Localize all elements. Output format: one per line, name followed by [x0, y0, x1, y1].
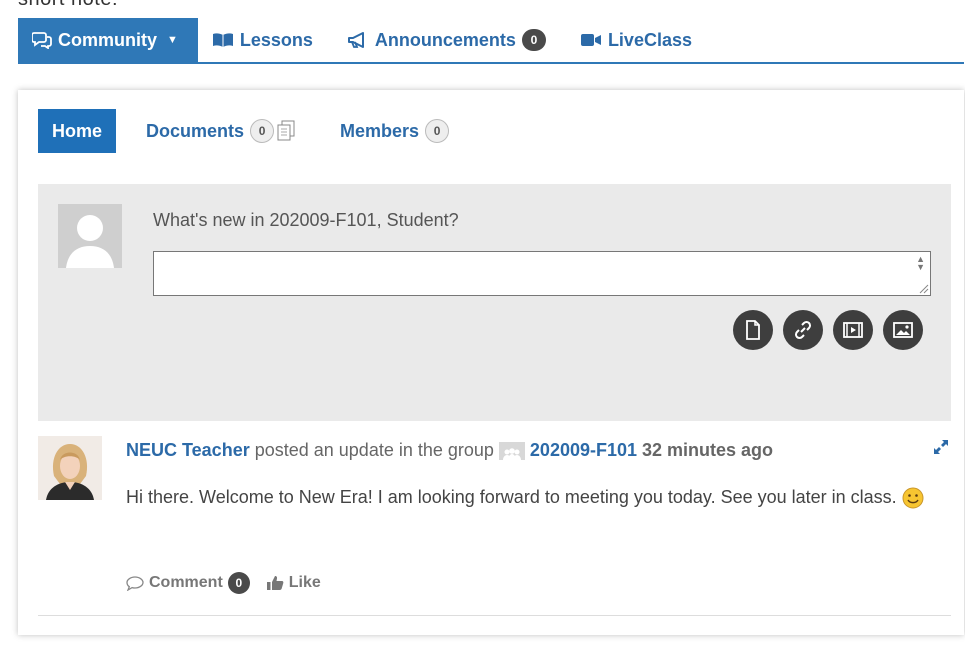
tab-announcements[interactable]: Announcements 0	[333, 18, 566, 62]
tab-members[interactable]: Members 0	[326, 109, 463, 153]
default-avatar-icon	[58, 204, 122, 268]
teacher-photo	[38, 436, 102, 500]
like-button[interactable]: Like	[266, 574, 321, 592]
tab-lessons[interactable]: Lessons	[198, 18, 333, 62]
image-icon	[893, 322, 913, 338]
activity-header: NEUC Teacher posted an update in the gro…	[126, 440, 773, 461]
members-count-badge: 0	[425, 119, 450, 143]
tab-documents-label: Documents	[146, 120, 245, 141]
thumbs-up-icon	[266, 576, 284, 590]
whats-new-prompt: What's new in 202009-F101, Student?	[153, 210, 459, 230]
activity-divider	[38, 615, 951, 616]
top-navigation: Community ▼ Lessons Announcements 0 Live…	[18, 18, 964, 64]
tab-members-label: Members	[340, 120, 420, 141]
document-icon	[746, 320, 760, 340]
documents-count-badge: 0	[250, 119, 275, 143]
whats-new-form: What's new in 202009-F101, Student? ▲ ▼	[38, 184, 951, 421]
attach-video-button[interactable]	[833, 310, 873, 350]
tab-announcements-label: Announcements	[374, 29, 516, 50]
tab-home-label: Home	[52, 120, 103, 141]
megaphone-icon	[347, 32, 364, 48]
top-clipped-text: short note:	[18, 0, 118, 11]
group-card: Home Documents 0 Members 0 What's new in…	[18, 90, 964, 635]
book-icon	[212, 33, 233, 47]
resize-grip-icon[interactable]	[919, 284, 929, 294]
group-avatar-icon[interactable]	[498, 441, 525, 460]
tab-home[interactable]: Home	[38, 109, 117, 153]
activity-text: Hi there. Welcome to New Era! I am looki…	[126, 487, 897, 507]
tab-liveclass-label: LiveClass	[607, 29, 692, 50]
comment-button[interactable]: Comment 0	[126, 572, 250, 594]
attach-link-button[interactable]	[783, 310, 823, 350]
smiley-emoji-icon	[902, 487, 924, 509]
link-icon	[794, 320, 812, 340]
author-link[interactable]: NEUC Teacher	[126, 440, 250, 461]
tab-documents[interactable]: Documents 0	[132, 109, 310, 153]
comment-count-badge: 0	[227, 572, 250, 594]
announcements-count-badge: 0	[521, 29, 546, 51]
attach-image-button[interactable]	[883, 310, 923, 350]
chat-bubbles-icon	[32, 32, 52, 49]
user-avatar	[58, 204, 122, 268]
comment-label: Comment	[149, 574, 223, 591]
comment-icon	[126, 576, 144, 591]
group-link[interactable]: 202009-F101	[530, 440, 637, 461]
activity-action-text: posted an update in the group	[254, 440, 494, 460]
spinner-arrows-icon: ▲ ▼	[916, 254, 925, 272]
tab-lessons-label: Lessons	[239, 29, 313, 50]
activity-content: Hi there. Welcome to New Era! I am looki…	[126, 482, 936, 512]
teacher-avatar[interactable]	[38, 436, 102, 500]
attachment-buttons	[733, 310, 923, 350]
whats-new-input-wrapper: ▲ ▼	[153, 251, 931, 296]
chevron-down-icon: ▼	[167, 34, 178, 46]
activity-time-link[interactable]: 32 minutes ago	[642, 440, 773, 461]
video-camera-icon	[580, 34, 601, 46]
tab-community-label: Community	[58, 29, 157, 50]
documents-icon	[277, 120, 295, 141]
whats-new-input[interactable]	[153, 251, 931, 296]
video-icon	[843, 322, 863, 338]
group-subnav: Home Documents 0 Members 0	[38, 109, 479, 153]
tab-community[interactable]: Community ▼	[18, 18, 198, 62]
like-label: Like	[288, 574, 321, 591]
tab-liveclass[interactable]: LiveClass	[566, 18, 712, 62]
activity-actions: Comment 0 Like	[126, 572, 321, 594]
attach-document-button[interactable]	[733, 310, 773, 350]
expand-icon[interactable]	[932, 438, 950, 461]
